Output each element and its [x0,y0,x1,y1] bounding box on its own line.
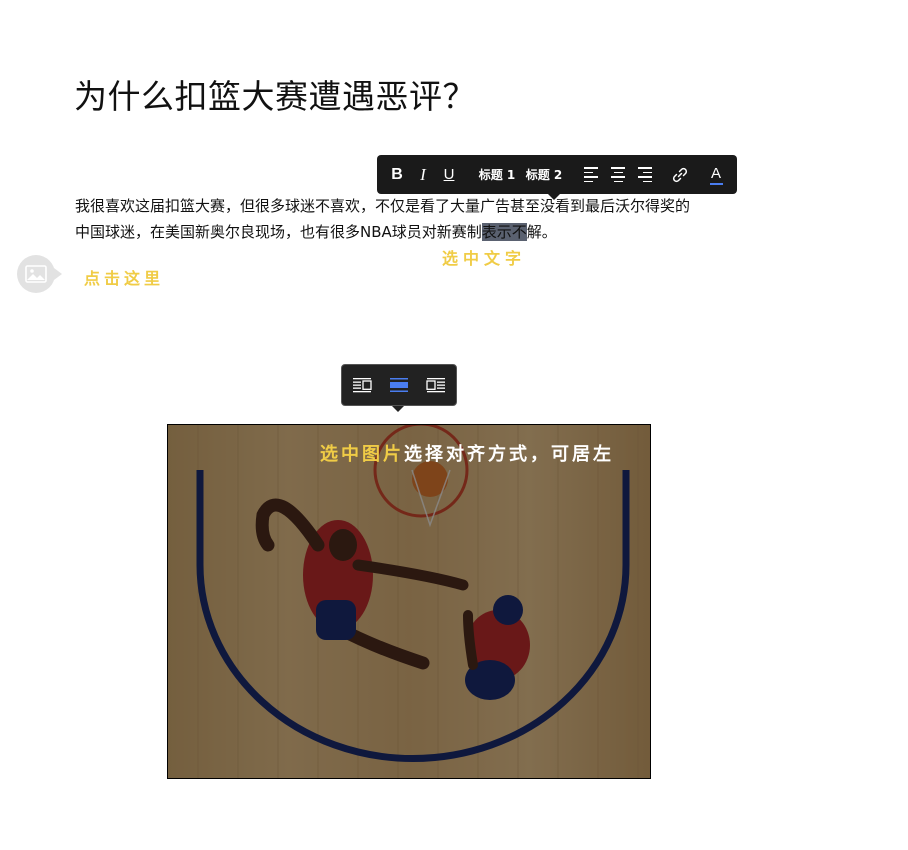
image-selection-overlay [168,425,650,778]
article-title[interactable]: 为什么扣篮大赛遭遇恶评？ [74,74,476,120]
link-button[interactable] [668,155,692,194]
image-hint: 选中图片选择对齐方式，可居左 [320,440,651,466]
align-right-icon [638,167,652,182]
align-left-icon [584,167,598,182]
select-text-hint: 选中文字 [442,249,527,268]
align-center-icon [611,167,625,182]
paragraph-line: 中国球迷，在美国新奥尔良现场，也有很多NBA球员对新赛制表示不解。 [75,219,735,245]
heading2-button[interactable]: 标题 2 [524,155,564,194]
paragraph-line: 我很喜欢这届扣篮大赛，但很多球迷不喜欢，不仅是看了大量广告甚至没看到最后沃尔得奖… [75,197,691,215]
article-image[interactable] [167,424,651,779]
text-format-toolbar: B I U 标题 1 标题 2 A [377,155,737,200]
image-align-left-icon [353,378,372,393]
font-color-button[interactable]: A [706,155,726,194]
align-center-button[interactable] [608,155,628,194]
bold-button[interactable]: B [388,155,406,194]
image-align-center-icon [390,378,408,392]
image-icon [25,265,47,283]
align-hint: 选择对齐方式，可居左 [404,444,614,465]
align-left-button[interactable] [581,155,601,194]
font-color-swatch [709,182,723,185]
image-align-right-icon [426,378,445,393]
heading1-button[interactable]: 标题 1 [477,155,517,194]
paragraph-text: 中国球迷，在美国新奥尔良现场，也有很多NBA球员对新赛制 [75,223,482,241]
align-right-button[interactable] [635,155,655,194]
font-color-icon: A [710,164,721,182]
image-align-center-button[interactable] [389,375,409,395]
insert-image-button[interactable] [17,255,62,293]
link-icon [672,167,688,182]
select-image-hint: 选中图片 [320,444,404,465]
paragraph-text: 解。 [526,223,557,241]
article-paragraph[interactable]: 我很喜欢这届扣篮大赛，但很多球迷不喜欢，不仅是看了大量广告甚至没看到最后沃尔得奖… [75,193,735,245]
click-here-hint: 点击这里 [84,269,165,288]
image-align-toolbar [341,364,457,412]
image-align-left-button[interactable] [352,375,372,395]
image-align-right-button[interactable] [426,375,446,395]
underline-button[interactable]: U [441,155,457,194]
text-selection[interactable]: 表示不 [481,223,527,241]
italic-button[interactable]: I [415,155,431,194]
